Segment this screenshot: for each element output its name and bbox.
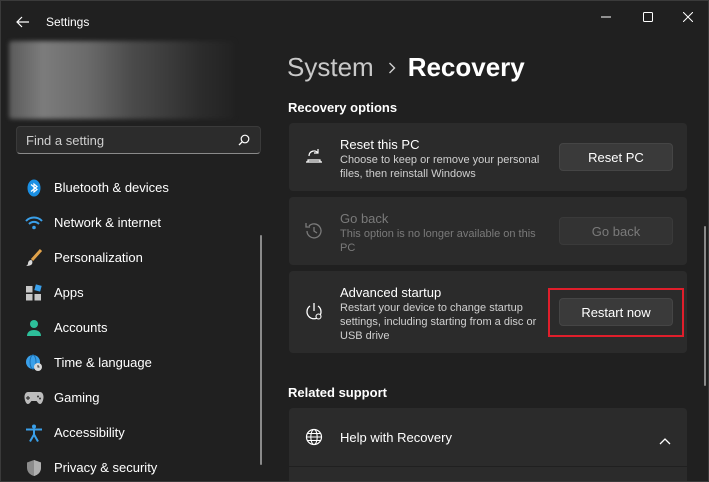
help-card-expanded-area — [289, 467, 687, 481]
sidebar-scrollbar[interactable] — [260, 235, 262, 465]
card-title: Advanced startup — [340, 285, 442, 300]
sidebar-item-label: Network & internet — [54, 215, 161, 230]
minimize-icon — [601, 16, 611, 18]
advanced-startup-icon — [304, 302, 324, 322]
gamepad-icon — [24, 388, 44, 408]
search-box — [16, 126, 261, 154]
sidebar-item-network[interactable]: Network & internet — [15, 205, 245, 240]
card-title: Help with Recovery — [340, 430, 452, 445]
go-back-button: Go back — [559, 217, 673, 245]
reset-pc-button[interactable]: Reset PC — [559, 143, 673, 171]
close-button[interactable] — [673, 7, 703, 27]
arrow-left-icon — [16, 16, 29, 28]
card-title: Go back — [340, 211, 389, 226]
sidebar-item-label: Time & language — [54, 355, 152, 370]
globe-clock-icon — [24, 353, 44, 373]
card-description: Choose to keep or remove your personal f… — [340, 154, 540, 180]
sidebar-item-label: Privacy & security — [54, 460, 158, 475]
brush-icon — [24, 248, 44, 268]
sidebar-item-apps[interactable]: Apps — [15, 275, 245, 310]
sidebar-item-time-language[interactable]: Time & language — [15, 345, 245, 380]
sidebar-item-label: Bluetooth & devices — [54, 180, 169, 195]
breadcrumb: System Recovery — [287, 52, 525, 83]
main-scrollbar[interactable] — [704, 226, 706, 386]
reset-pc-card: Reset this PC Choose to keep or remove y… — [289, 123, 687, 191]
sidebar-item-bluetooth[interactable]: Bluetooth & devices — [15, 170, 245, 205]
page-title: Recovery — [407, 52, 525, 82]
search-input[interactable] — [17, 127, 227, 153]
title-bar: Settings — [1, 1, 708, 41]
person-icon — [24, 318, 44, 338]
apps-icon — [24, 283, 44, 303]
accessibility-icon — [24, 423, 44, 443]
chevron-up-icon[interactable] — [659, 432, 671, 445]
sidebar-item-label: Gaming — [54, 390, 100, 405]
user-profile-blurred[interactable] — [9, 41, 234, 119]
back-button[interactable] — [13, 12, 33, 32]
history-icon — [304, 221, 324, 241]
sidebar-item-label: Personalization — [54, 250, 143, 265]
sidebar-item-label: Accessibility — [54, 425, 125, 440]
chevron-right-icon — [388, 62, 396, 74]
sidebar-item-privacy-security[interactable]: Privacy & security — [15, 450, 245, 481]
recovery-options-heading: Recovery options — [288, 100, 398, 115]
highlight-box — [548, 288, 684, 337]
card-description: This option is no longer available on th… — [340, 228, 536, 254]
settings-window: Settings Bluetooth & devices — [0, 0, 709, 482]
close-icon — [683, 12, 693, 22]
sidebar-item-accessibility[interactable]: Accessibility — [15, 415, 245, 450]
globe-icon — [304, 427, 324, 447]
sidebar-nav: Bluetooth & devices Network & internet P… — [15, 170, 245, 481]
go-back-card: Go back This option is no longer availab… — [289, 197, 687, 265]
sidebar-item-label: Apps — [54, 285, 84, 300]
sidebar-item-label: Accounts — [54, 320, 108, 335]
card-description: Restart your device to change startup se… — [340, 302, 537, 342]
sidebar-item-accounts[interactable]: Accounts — [15, 310, 245, 345]
minimize-button[interactable] — [591, 7, 621, 27]
breadcrumb-parent[interactable]: System — [287, 52, 374, 83]
related-support-heading: Related support — [288, 385, 387, 400]
reset-pc-icon — [304, 147, 324, 167]
sidebar-item-personalization[interactable]: Personalization — [15, 240, 245, 275]
maximize-button[interactable] — [633, 7, 663, 27]
bluetooth-icon — [24, 178, 44, 198]
shield-icon — [24, 458, 44, 478]
card-title: Reset this PC — [340, 137, 420, 152]
help-with-recovery-card[interactable]: Help with Recovery — [289, 408, 687, 466]
search-icon[interactable] — [238, 134, 250, 146]
app-title: Settings — [46, 15, 90, 29]
wifi-icon — [24, 213, 44, 233]
maximize-icon — [643, 12, 653, 22]
sidebar-item-gaming[interactable]: Gaming — [15, 380, 245, 415]
